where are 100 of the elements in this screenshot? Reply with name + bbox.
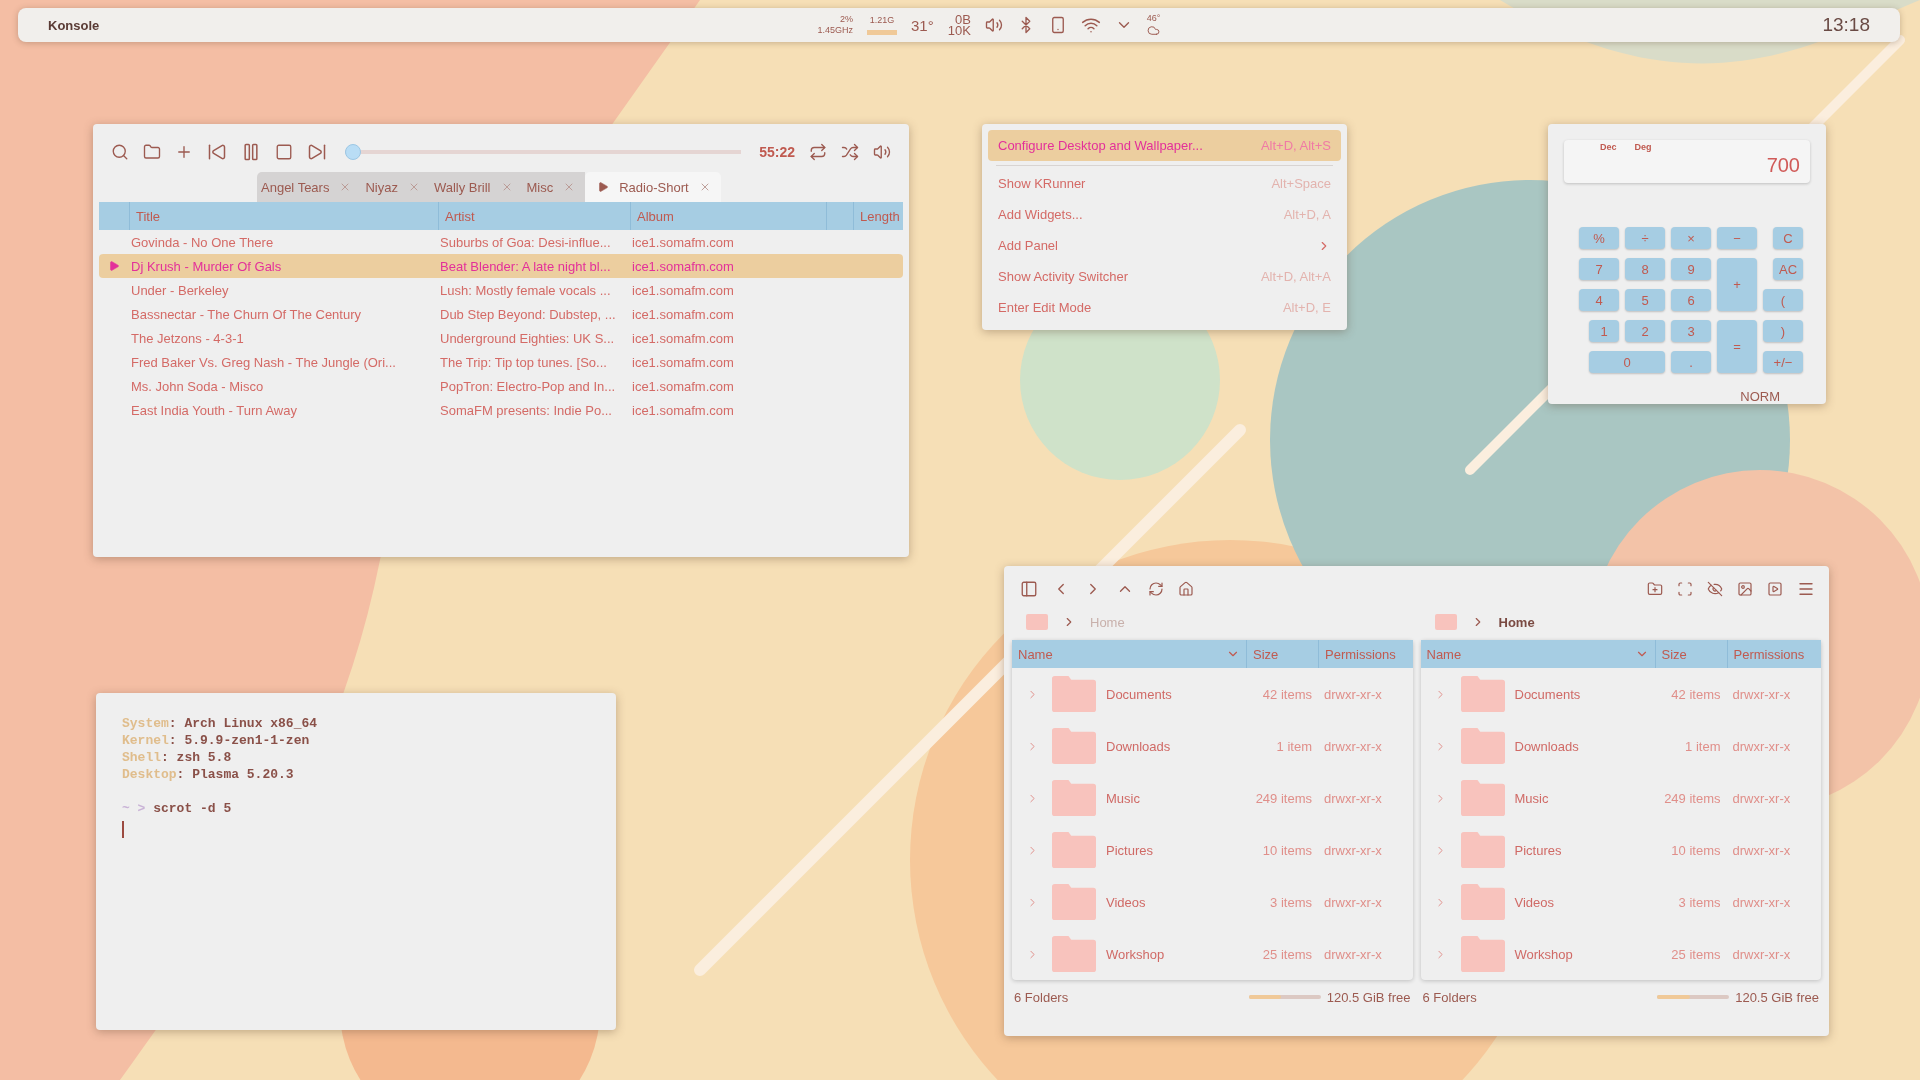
column-header[interactable]: Artist xyxy=(438,202,630,230)
volume-icon[interactable] xyxy=(873,143,891,161)
column-header[interactable]: Size xyxy=(1654,640,1727,668)
column-header[interactable]: Length xyxy=(853,202,906,230)
calculator-key[interactable]: 0 xyxy=(1589,351,1665,373)
table-cell-text: drwxr-xr-x xyxy=(1731,790,1792,806)
next-icon[interactable] xyxy=(307,142,327,162)
cloud-icon[interactable] xyxy=(1147,24,1161,37)
calculator-key[interactable]: 5 xyxy=(1625,289,1665,311)
playlist-tab[interactable]: Radio-Short xyxy=(585,172,721,202)
table-cell[interactable]: Pictures xyxy=(1510,842,1655,858)
plus-icon[interactable] xyxy=(175,143,193,161)
table-cell-text: ice1.somafm.com xyxy=(631,234,735,250)
table-cell[interactable]: Documents xyxy=(1102,686,1246,702)
column-header[interactable]: Title xyxy=(129,202,438,230)
scan-icon[interactable] xyxy=(1677,581,1693,597)
volume-icon[interactable] xyxy=(984,16,1003,34)
reload-icon[interactable] xyxy=(1148,581,1164,597)
menu-item[interactable]: Show KRunner Alt+Space xyxy=(988,168,1341,199)
column-header[interactable]: Name xyxy=(1420,640,1655,668)
table-cell[interactable]: Documents xyxy=(1510,686,1655,702)
table-cell-text: 10 items xyxy=(1670,842,1722,858)
table-cell[interactable]: Music xyxy=(1510,790,1655,806)
calculator-key[interactable]: C xyxy=(1773,227,1803,249)
track-row[interactable]: Dj Krush - Murder Of Gals Beat Blender: A late night bl... ice1.somafm.com xyxy=(99,254,903,278)
menu-icon[interactable] xyxy=(1797,580,1815,598)
calculator-key[interactable]: + xyxy=(1717,258,1757,311)
menu-item[interactable]: Add Panel xyxy=(988,230,1341,261)
calculator-key[interactable]: . xyxy=(1671,351,1711,373)
calculator-key[interactable]: +/− xyxy=(1763,351,1803,373)
track-row[interactable]: Under - Berkeley Lush: Mostly female vocals ... ice1.somafm.com xyxy=(99,278,903,302)
menu-item[interactable]: Enter Edit Mode Alt+D, E xyxy=(988,292,1341,323)
repeat-icon[interactable] xyxy=(809,143,827,161)
table-cell[interactable]: Music xyxy=(1102,790,1246,806)
table-cell[interactable]: Downloads xyxy=(1510,738,1655,754)
folder-icon xyxy=(1052,676,1096,712)
folder-count: 6 Folders xyxy=(1422,989,1477,1005)
hidden-icon[interactable] xyxy=(1707,581,1723,597)
column-header[interactable]: Permissions xyxy=(1318,640,1413,668)
playlist-tab[interactable]: Wally Brill xyxy=(429,172,523,202)
table-cell[interactable]: Workshop xyxy=(1102,946,1246,962)
menu-item[interactable]: Configure Desktop and Wallpaper... Alt+D, Alt+S xyxy=(988,130,1341,161)
info-line: System: Arch Linux x86_64 xyxy=(122,715,319,732)
table-cell[interactable]: Pictures xyxy=(1102,842,1246,858)
column-header[interactable]: Name xyxy=(1012,640,1246,668)
playlist-tab[interactable]: Angel Tears xyxy=(257,172,362,202)
calculator-key[interactable]: = xyxy=(1717,320,1757,373)
menu-item[interactable]: Add Widgets... Alt+D, A xyxy=(988,199,1341,230)
calculator-key[interactable]: ) xyxy=(1763,320,1803,342)
column-header[interactable]: Size xyxy=(1246,640,1318,668)
column-header[interactable]: Album xyxy=(630,202,826,230)
previous-icon[interactable] xyxy=(207,142,227,162)
new-folder-icon[interactable] xyxy=(1647,581,1663,597)
calculator-key[interactable]: 2 xyxy=(1625,320,1665,342)
search-icon[interactable] xyxy=(111,143,129,161)
column-header[interactable]: Permissions xyxy=(1726,640,1821,668)
calculator-key[interactable]: 4 xyxy=(1579,289,1619,311)
stop-icon[interactable] xyxy=(275,143,293,161)
display-value: 700 xyxy=(1766,154,1800,177)
track-row[interactable]: Bassnectar - The Churn Of The Century Dub Step Beyond: Dubstep, ... ice1.somafm.com xyxy=(99,302,903,326)
sidebar-icon[interactable] xyxy=(1020,580,1038,598)
clock[interactable]: 13:18 xyxy=(1822,14,1870,36)
calculator-key[interactable]: ÷ xyxy=(1625,227,1665,249)
table-cell[interactable]: Videos xyxy=(1102,894,1246,910)
network-download: 10K xyxy=(947,25,971,36)
table-cell-text: ice1.somafm.com xyxy=(631,306,735,322)
calculator-key[interactable]: 1 xyxy=(1589,320,1619,342)
calculator-key[interactable]: 6 xyxy=(1671,289,1711,311)
table-cell[interactable]: Downloads xyxy=(1102,738,1246,754)
playlist-tab[interactable]: Niyaz xyxy=(361,172,430,202)
calculator-key[interactable]: ( xyxy=(1763,289,1803,311)
track-row[interactable]: Ms. John Soda - Misco PopTron: Electro-Pop and In... ice1.somafm.com xyxy=(99,374,903,398)
calculator-key[interactable]: 3 xyxy=(1671,320,1711,342)
breadcrumb[interactable]: Home xyxy=(1090,614,1125,630)
seek-thumb[interactable] xyxy=(345,144,361,160)
folder-icon[interactable] xyxy=(143,143,161,161)
playlist-tab[interactable]: Misc xyxy=(522,172,586,202)
track-row[interactable]: Fred Baker Vs. Greg Nash - The Jungle (Ori... The Trip: Tip top tunes. [So... ice1.somafm.com xyxy=(99,350,903,374)
track-row[interactable]: East India Youth - Turn Away SomaFM presents: Indie Po... ice1.somafm.com xyxy=(99,398,903,422)
table-cell[interactable]: Workshop xyxy=(1510,946,1655,962)
wifi-icon[interactable] xyxy=(1080,15,1101,35)
angle-mode: Deg xyxy=(1634,142,1652,152)
calculator-key[interactable]: − xyxy=(1717,227,1757,249)
image-icon[interactable] xyxy=(1737,581,1753,597)
shuffle-icon[interactable] xyxy=(841,143,859,161)
calculator-key[interactable]: 8 xyxy=(1625,258,1665,280)
track-row[interactable]: The Jetzons - 4-3-1 Underground Eighties: UK S... ice1.somafm.com xyxy=(99,326,903,350)
home-icon[interactable] xyxy=(1178,581,1194,597)
calculator-key[interactable]: 9 xyxy=(1671,258,1711,280)
number-base: Dec xyxy=(1600,142,1617,152)
calculator-key[interactable]: × xyxy=(1671,227,1711,249)
calculator-key[interactable]: 7 xyxy=(1579,258,1619,280)
preview-icon[interactable] xyxy=(1767,581,1783,597)
menu-item[interactable]: Show Activity Switcher Alt+D, Alt+A xyxy=(988,261,1341,292)
pause-icon[interactable] xyxy=(241,142,261,162)
calculator-key[interactable]: AC xyxy=(1773,258,1803,280)
breadcrumb[interactable]: Home xyxy=(1498,614,1535,630)
track-row[interactable]: Govinda - No One There Suburbs of Goa: Desi-influe... ice1.somafm.com xyxy=(99,230,903,254)
calculator-key[interactable]: % xyxy=(1579,227,1619,249)
table-cell[interactable]: Videos xyxy=(1510,894,1655,910)
